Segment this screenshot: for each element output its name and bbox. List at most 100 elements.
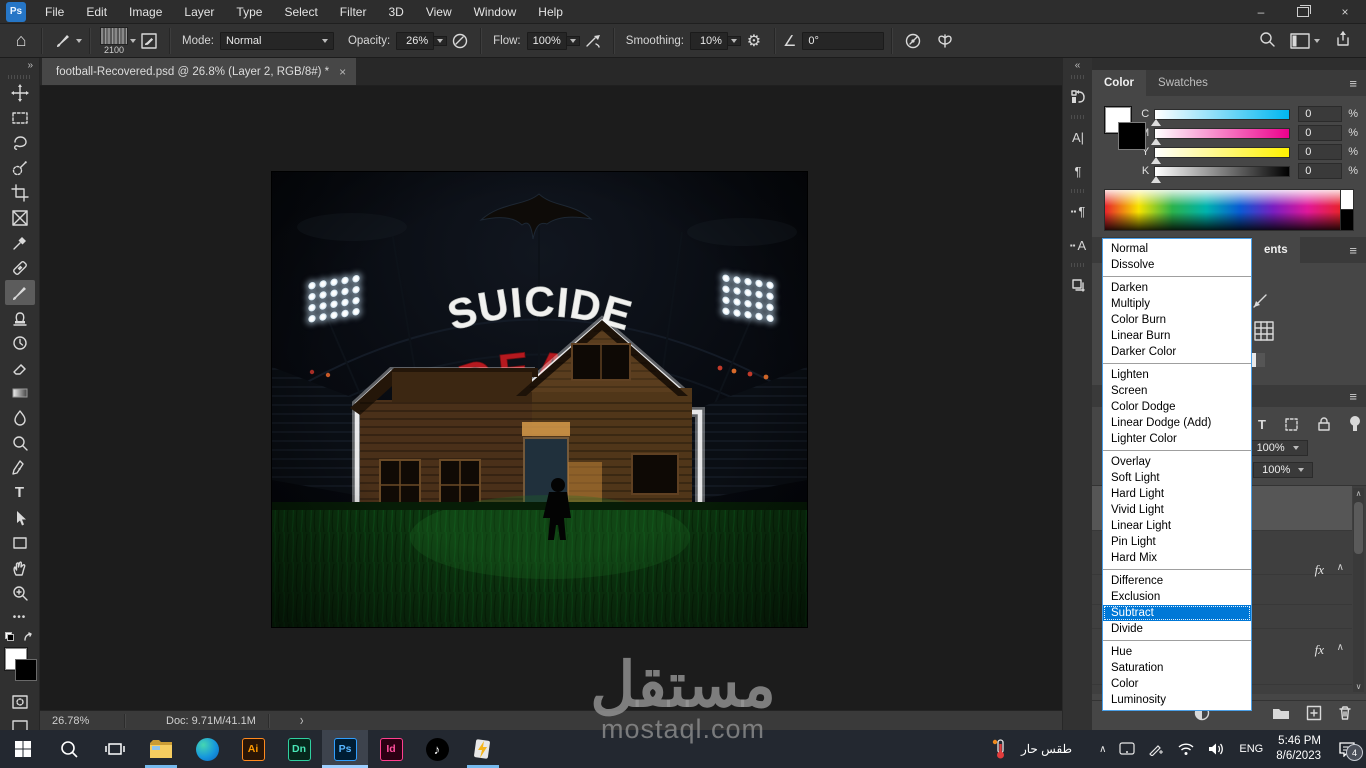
- cyan-slider[interactable]: C 0 %: [1135, 105, 1358, 126]
- blend-option-lighten[interactable]: Lighten: [1103, 367, 1251, 383]
- yellow-slider[interactable]: Y 0 %: [1135, 143, 1358, 164]
- color-panel-menu-icon[interactable]: ≡: [1339, 70, 1366, 96]
- lock-all-icon[interactable]: [1317, 416, 1331, 432]
- tool-pen[interactable]: [5, 455, 35, 480]
- paragraph-styles-panel-icon[interactable]: ▪▪ ¶: [1063, 194, 1093, 228]
- blend-option-linear-light[interactable]: Linear Light: [1103, 518, 1251, 534]
- brush-preset-chevron[interactable]: [76, 38, 82, 43]
- hidden-icons-chevron[interactable]: ∧: [1099, 744, 1106, 755]
- magenta-slider[interactable]: M 0 %: [1135, 124, 1358, 145]
- color-spectrum-ramp[interactable]: [1104, 189, 1354, 231]
- menu-image[interactable]: Image: [118, 0, 173, 24]
- tool-blur[interactable]: [5, 405, 35, 430]
- taskbar-winamp[interactable]: [460, 730, 506, 768]
- tool-brush[interactable]: [4, 280, 35, 305]
- menu-window[interactable]: Window: [463, 0, 528, 24]
- menu-view[interactable]: View: [415, 0, 463, 24]
- task-view-icon[interactable]: [92, 730, 138, 768]
- opacity-field[interactable]: 26%: [396, 31, 435, 50]
- blend-option-divide[interactable]: Divide: [1103, 621, 1251, 637]
- blend-option-luminosity[interactable]: Luminosity: [1103, 692, 1251, 708]
- tool-eraser[interactable]: [5, 355, 35, 380]
- volume-icon[interactable]: [1208, 742, 1226, 756]
- white-swatch[interactable]: [1340, 189, 1354, 211]
- blend-option-lighter-color[interactable]: Lighter Color: [1103, 431, 1251, 447]
- blend-option-hard-mix[interactable]: Hard Mix: [1103, 550, 1251, 566]
- taskbar-illustrator[interactable]: Ai: [230, 730, 276, 768]
- share-icon[interactable]: [1334, 30, 1352, 51]
- tool-lasso[interactable]: [5, 130, 35, 155]
- black-swatch[interactable]: [1340, 209, 1354, 231]
- taskbar-edge[interactable]: [184, 730, 230, 768]
- brush-settings-toggle-icon[interactable]: [136, 28, 162, 54]
- brush-picker[interactable]: 2100: [100, 26, 128, 55]
- lock-text-icon[interactable]: T: [1258, 417, 1266, 432]
- fill-toggle-icon[interactable]: [1349, 415, 1361, 433]
- restore-button[interactable]: [1282, 0, 1324, 24]
- blend-option-darken[interactable]: Darken: [1103, 280, 1251, 296]
- layers-panel-menu-icon[interactable]: ≡: [1339, 385, 1366, 407]
- blend-option-pin-light[interactable]: Pin Light: [1103, 534, 1251, 550]
- adjustment-icon-curves[interactable]: [1252, 293, 1268, 314]
- search-icon[interactable]: [1258, 30, 1276, 51]
- blend-option-color-burn[interactable]: Color Burn: [1103, 312, 1251, 328]
- blend-option-color-dodge[interactable]: Color Dodge: [1103, 399, 1251, 415]
- taskbar-file-explorer[interactable]: [138, 730, 184, 768]
- black-slider[interactable]: K 0 %: [1135, 162, 1358, 183]
- tablet-mode-icon[interactable]: [1119, 742, 1135, 756]
- opacity-chevron[interactable]: [434, 35, 448, 46]
- blend-option-screen[interactable]: Screen: [1103, 383, 1251, 399]
- language-indicator[interactable]: ENG: [1239, 743, 1263, 755]
- minimize-button[interactable]: –: [1240, 0, 1282, 24]
- tool-spot-healing-brush[interactable]: [5, 255, 35, 280]
- layers-fill-field[interactable]: 100%: [1253, 462, 1314, 478]
- dock-collapse-icon[interactable]: «: [1063, 58, 1092, 74]
- libraries-panel-icon[interactable]: [1063, 268, 1093, 302]
- tab-color[interactable]: Color: [1092, 70, 1147, 96]
- tab-adjustments-fragment[interactable]: ents: [1252, 237, 1300, 263]
- tool-hand[interactable]: [5, 555, 35, 580]
- blend-option-linear-burn[interactable]: Linear Burn: [1103, 328, 1251, 344]
- new-layer-icon[interactable]: [1306, 705, 1322, 726]
- blend-option-color[interactable]: Color: [1103, 676, 1251, 692]
- foreground-background-swatches[interactable]: [3, 647, 37, 681]
- adjustments-panel-menu-icon[interactable]: ≡: [1339, 237, 1366, 263]
- angle-field[interactable]: 0°: [802, 31, 885, 50]
- menu-select[interactable]: Select: [273, 0, 328, 24]
- workspace-switcher[interactable]: [1290, 32, 1320, 49]
- tool-frame[interactable]: [5, 205, 35, 230]
- tool-history-brush[interactable]: [5, 330, 35, 355]
- tool-quick-selection[interactable]: [5, 155, 35, 180]
- start-button[interactable]: [0, 730, 46, 768]
- wifi-icon[interactable]: [1177, 742, 1195, 756]
- lock-position-icon[interactable]: [1284, 417, 1299, 432]
- tab-swatches[interactable]: Swatches: [1146, 70, 1220, 96]
- blend-option-darker-color[interactable]: Darker Color: [1103, 344, 1251, 360]
- smoothing-chevron[interactable]: [727, 35, 741, 46]
- blend-option-overlay[interactable]: Overlay: [1103, 454, 1251, 470]
- blend-option-saturation[interactable]: Saturation: [1103, 660, 1251, 676]
- blend-option-hard-light[interactable]: Hard Light: [1103, 486, 1251, 502]
- airbrush-icon[interactable]: [580, 28, 606, 54]
- layers-opacity-field[interactable]: 100%: [1247, 440, 1308, 456]
- color-panel-swatches[interactable]: [1104, 106, 1146, 152]
- tool-zoom[interactable]: [5, 580, 35, 605]
- tool-rectangular-marquee[interactable]: [5, 105, 35, 130]
- status-chevron-icon[interactable]: ›: [300, 712, 304, 729]
- canvas-region[interactable]: SUICIDE DEAD: [40, 86, 1062, 710]
- taskbar-tiktok[interactable]: ♪: [414, 730, 460, 768]
- blend-option-multiply[interactable]: Multiply: [1103, 296, 1251, 312]
- smoothing-field[interactable]: 10%: [689, 31, 728, 50]
- adjustment-icon-pattern[interactable]: [1254, 321, 1274, 346]
- default-colors-icon[interactable]: [5, 632, 14, 641]
- menu-layer[interactable]: Layer: [173, 0, 225, 24]
- blend-option-vivid-light[interactable]: Vivid Light: [1103, 502, 1251, 518]
- zoom-level-field[interactable]: 26.78%: [40, 715, 124, 727]
- close-button[interactable]: ×: [1324, 0, 1366, 24]
- weather-icon[interactable]: [992, 738, 1008, 760]
- flow-chevron[interactable]: [566, 35, 580, 46]
- pressure-size-icon[interactable]: [900, 28, 926, 54]
- blend-option-exclusion[interactable]: Exclusion: [1103, 589, 1251, 605]
- tool-gradient[interactable]: [5, 380, 35, 405]
- tool-type[interactable]: T: [5, 480, 35, 505]
